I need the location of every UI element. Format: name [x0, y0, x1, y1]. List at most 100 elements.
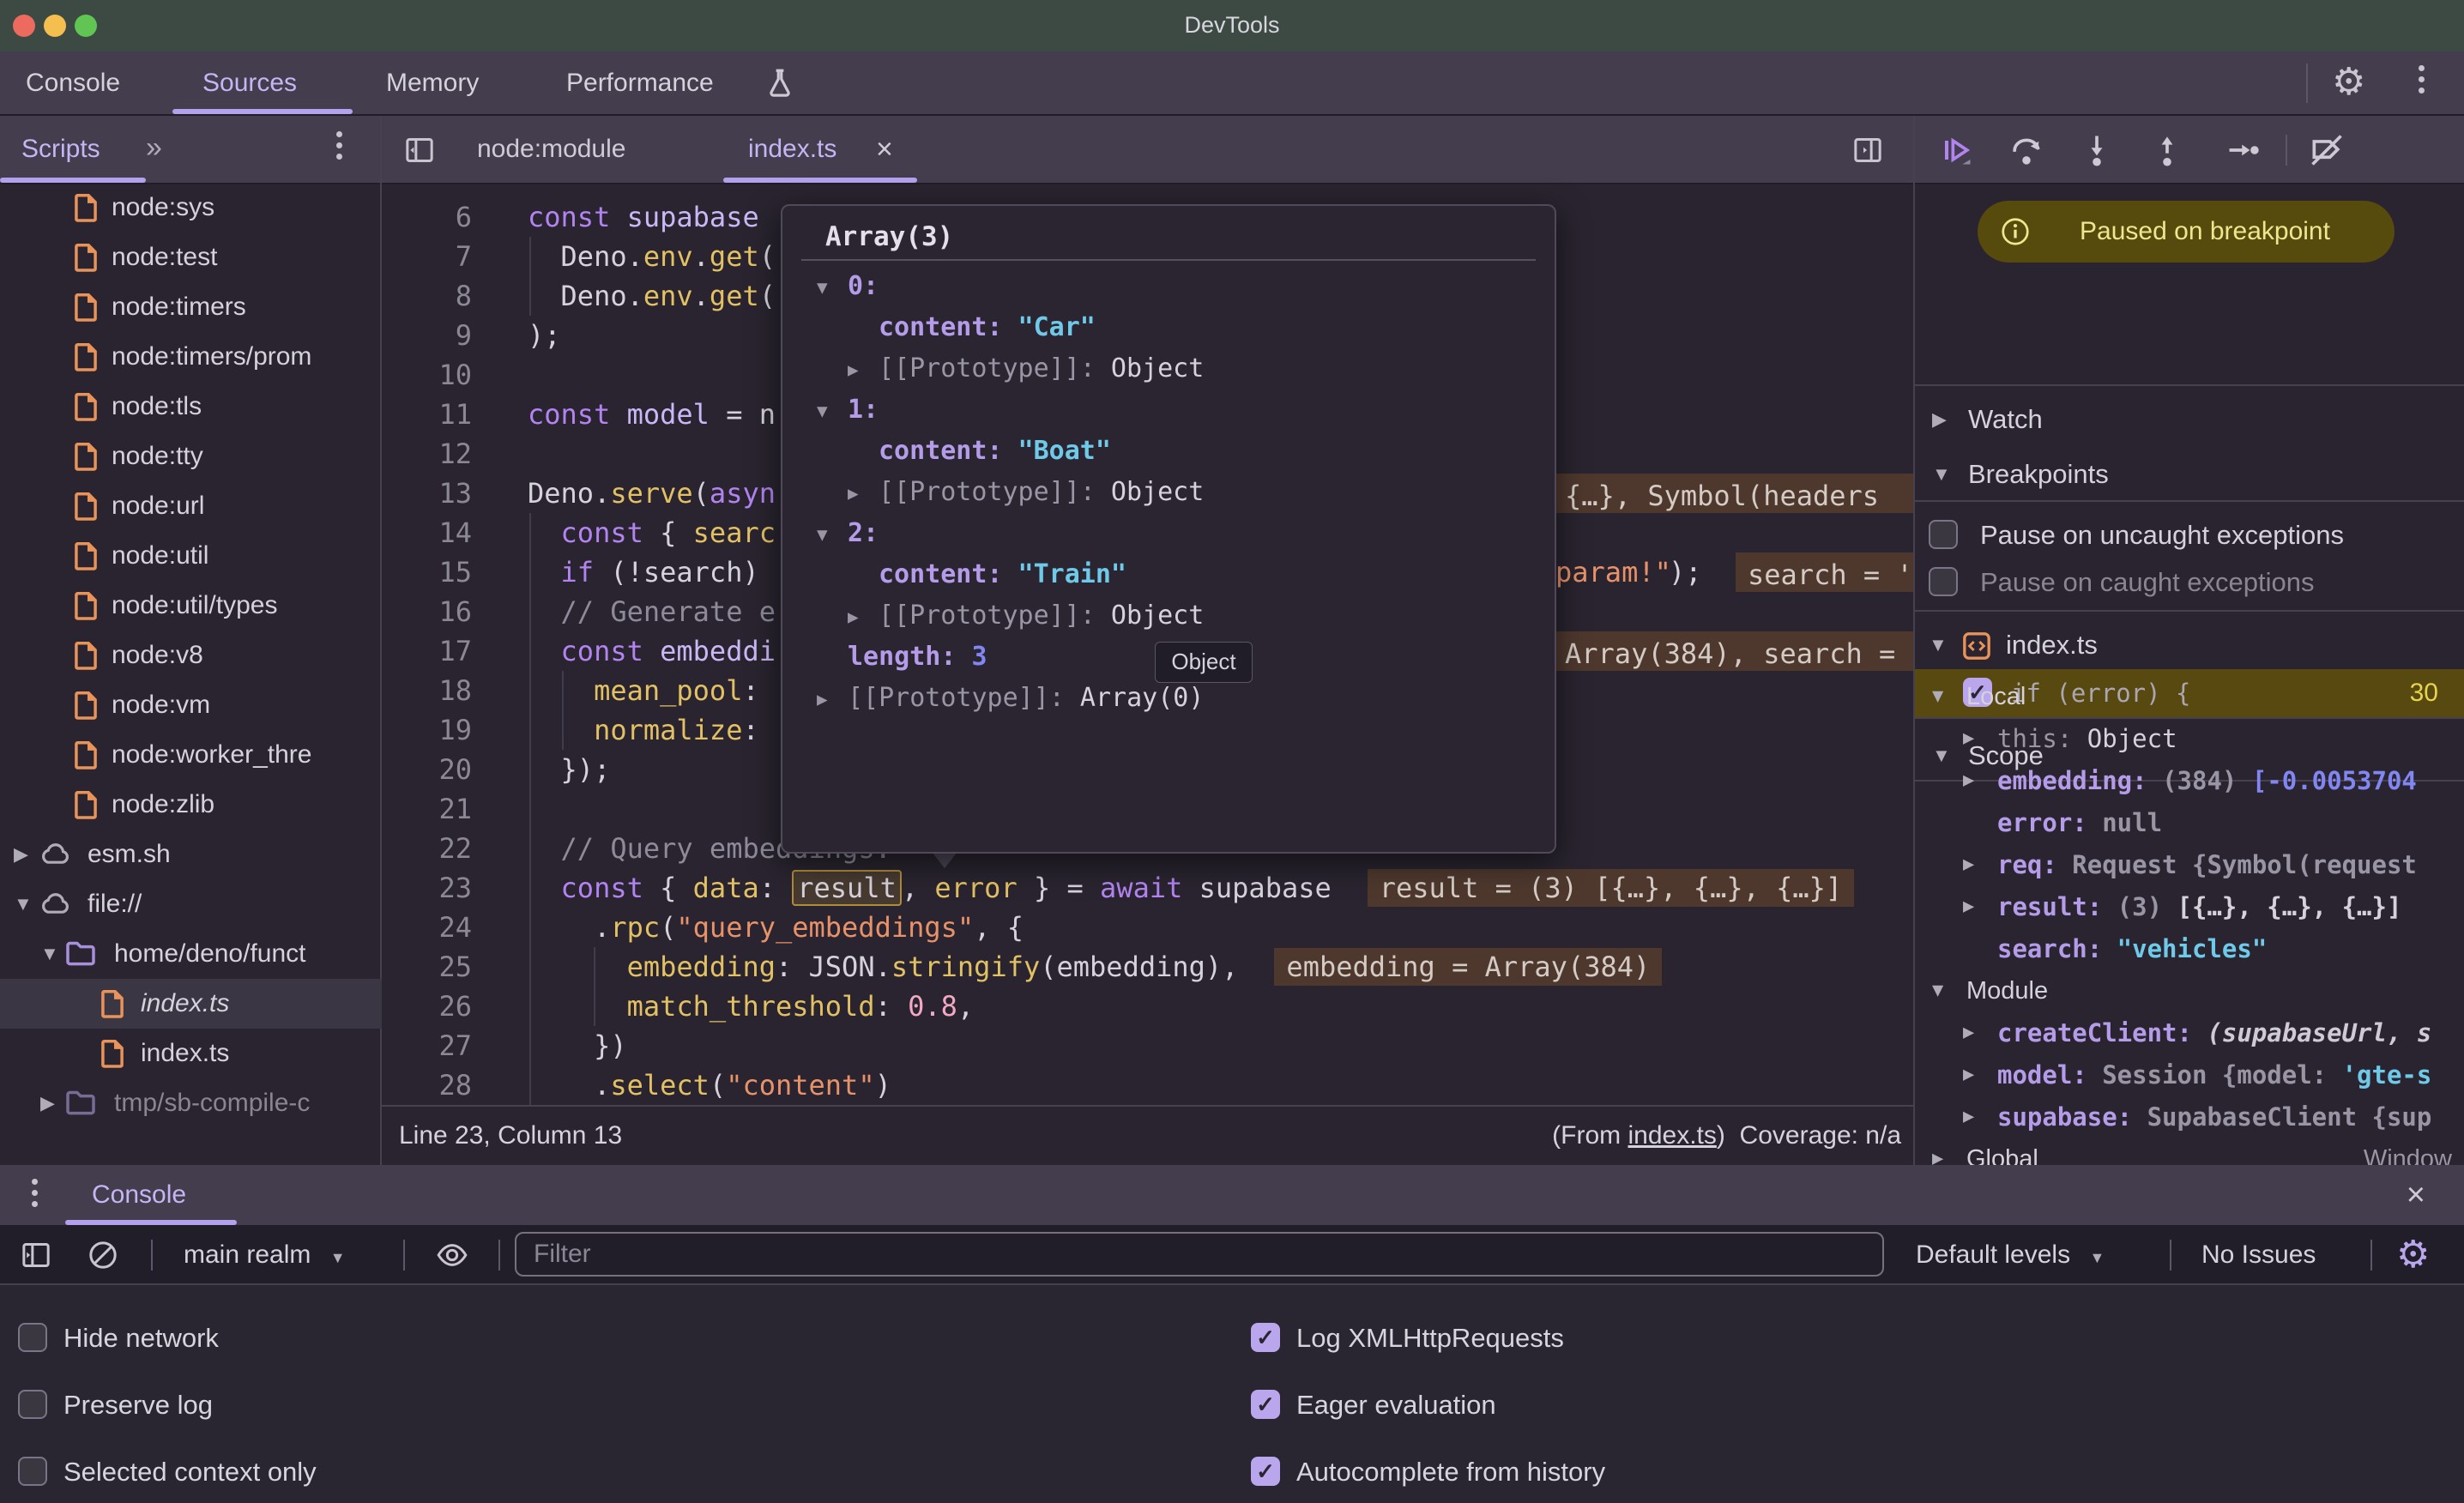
- line-number[interactable]: 26: [382, 987, 472, 1026]
- section-breakpoints[interactable]: ▼ Breakpoints: [1915, 450, 2464, 498]
- tree-item[interactable]: node:timers: [0, 282, 382, 332]
- line-number[interactable]: 11: [382, 395, 472, 434]
- kebab-menu-icon[interactable]: [2413, 60, 2430, 99]
- chevron-right-icon[interactable]: ▶: [1963, 1011, 1974, 1054]
- popup-property-row[interactable]: ▼2:: [782, 513, 1555, 554]
- chevron-right-icon[interactable]: ▶: [848, 596, 859, 637]
- line-number[interactable]: 16: [382, 592, 472, 631]
- chevron-down-icon[interactable]: ▼: [1932, 675, 1943, 718]
- line-number[interactable]: 13: [382, 474, 472, 513]
- step-into-icon[interactable]: [2078, 131, 2116, 169]
- tree-item[interactable]: node:tty: [0, 432, 382, 481]
- chevron-right-icon[interactable]: ▶: [1963, 759, 1974, 802]
- line-number[interactable]: 27: [382, 1026, 472, 1065]
- line-number[interactable]: 22: [382, 829, 472, 868]
- clear-console-icon[interactable]: [86, 1238, 120, 1272]
- chevron-right-icon[interactable]: ▶: [40, 1078, 55, 1128]
- scope-variable-row[interactable]: ▶result: (3) [{…}, {…}, {…}]: [1915, 885, 2464, 928]
- tree-item[interactable]: index.ts: [0, 1029, 382, 1078]
- chevron-right-icon[interactable]: ▶: [1932, 1138, 1943, 1165]
- show-console-sidebar-icon[interactable]: [19, 1238, 53, 1272]
- editor-tab-index-ts[interactable]: index.ts: [748, 116, 836, 183]
- chevron-down-icon[interactable]: ▼: [1929, 621, 1948, 669]
- line-number[interactable]: 20: [382, 750, 472, 789]
- tree-item[interactable]: node:tls: [0, 382, 382, 432]
- line-number[interactable]: 7: [382, 237, 472, 276]
- tab-console-drawer[interactable]: Console: [92, 1165, 186, 1225]
- popup-property-row[interactable]: ▶[[Prototype]]: Array(0): [782, 678, 1555, 719]
- breakpoint-group-index-ts[interactable]: ▼ index.ts: [1915, 621, 2464, 669]
- checkbox-unchecked[interactable]: [1929, 520, 1958, 549]
- line-number[interactable]: 14: [382, 513, 472, 552]
- tree-item[interactable]: ▼file://: [0, 879, 382, 929]
- toggle-pause-caught[interactable]: Pause on caught exceptions: [1915, 558, 2464, 607]
- chevron-right-icon[interactable]: ▶: [1963, 1053, 1974, 1096]
- console-setting-autocomplete-from-history[interactable]: ✓Autocomplete from history: [0, 1448, 2464, 1496]
- tab-console[interactable]: Console: [17, 51, 129, 114]
- chevron-down-icon[interactable]: ▼: [40, 929, 59, 979]
- chevron-right-icon[interactable]: ▶: [1963, 1096, 1974, 1138]
- step-over-icon[interactable]: [2008, 131, 2045, 169]
- kebab-menu-icon[interactable]: [330, 126, 347, 165]
- checkbox-checked[interactable]: ✓: [1251, 1390, 1280, 1419]
- chevron-right-icon[interactable]: ▶: [1963, 885, 1974, 928]
- chevron-right-icon[interactable]: ▶: [14, 830, 28, 879]
- popup-property-row[interactable]: ▶[[Prototype]]: Object: [782, 348, 1555, 389]
- tab-memory[interactable]: Memory: [377, 51, 487, 114]
- popup-property-row[interactable]: ▼0:: [782, 266, 1555, 307]
- tree-item[interactable]: node:worker_thre: [0, 730, 382, 780]
- scope-variable-row[interactable]: ▶embedding: (384) [-0.0053704: [1915, 759, 2464, 802]
- chevron-double-right-icon[interactable]: »: [146, 116, 162, 183]
- issues-counter[interactable]: No Issues: [2201, 1225, 2316, 1285]
- line-number[interactable]: 19: [382, 710, 472, 750]
- popup-property-row[interactable]: ▼1:: [782, 389, 1555, 431]
- chevron-right-icon[interactable]: ▶: [848, 349, 859, 390]
- scope-variable-row[interactable]: ▶supabase: SupabaseClient {sup: [1915, 1096, 2464, 1138]
- tree-item[interactable]: ▶esm.sh: [0, 830, 382, 879]
- section-watch[interactable]: ▶ Watch: [1915, 395, 2464, 444]
- kebab-menu-icon[interactable]: [26, 1174, 43, 1212]
- tab-sources[interactable]: Sources: [194, 51, 305, 114]
- close-drawer-icon[interactable]: ×: [2407, 1165, 2425, 1225]
- scope-section-header[interactable]: ▼Local: [1915, 675, 2464, 718]
- toggle-pause-uncaught[interactable]: Pause on uncaught exceptions: [1915, 511, 2464, 559]
- tree-item[interactable]: node:timers/prom: [0, 332, 382, 382]
- scope-section-header[interactable]: ▶GlobalWindow: [1915, 1138, 2464, 1165]
- line-number[interactable]: 24: [382, 908, 472, 947]
- context-selector[interactable]: main realm ▼: [184, 1225, 346, 1285]
- step-icon[interactable]: [2225, 131, 2263, 169]
- line-number[interactable]: 21: [382, 789, 472, 829]
- resume-script-icon[interactable]: [1937, 131, 1975, 169]
- checkbox-checked[interactable]: ✓: [1251, 1457, 1280, 1486]
- tree-item[interactable]: ▶tmp/sb-compile-c: [0, 1078, 382, 1128]
- toggle-debugger-sidebar-icon[interactable]: [1851, 133, 1885, 167]
- scope-variable-row[interactable]: ▶model: Session {model: 'gte-s: [1915, 1053, 2464, 1096]
- chevron-right-icon[interactable]: ▶: [817, 679, 828, 720]
- chevron-right-icon[interactable]: ▶: [1932, 395, 1947, 444]
- tab-scripts[interactable]: Scripts: [21, 116, 100, 183]
- scope-variable-row[interactable]: ▶req: Request {Symbol(request: [1915, 843, 2464, 886]
- close-tab-icon[interactable]: ×: [876, 116, 893, 183]
- scope-section-header[interactable]: ▼Module: [1915, 969, 2464, 1012]
- chevron-right-icon[interactable]: ▶: [1963, 843, 1974, 886]
- gear-icon[interactable]: ⚙: [2332, 52, 2365, 112]
- line-number[interactable]: 6: [382, 197, 472, 237]
- tree-item[interactable]: node:zlib: [0, 780, 382, 830]
- chevron-down-icon[interactable]: ▼: [1932, 450, 1951, 498]
- line-number[interactable]: 15: [382, 552, 472, 592]
- line-number[interactable]: 17: [382, 631, 472, 671]
- chevron-right-icon[interactable]: ▶: [848, 473, 859, 514]
- chevron-down-icon[interactable]: ▼: [817, 267, 828, 308]
- collapse-panel-left-icon[interactable]: [402, 133, 437, 167]
- popup-property-row[interactable]: ▶[[Prototype]]: Object: [782, 472, 1555, 513]
- chevron-down-icon[interactable]: ▼: [1932, 969, 1943, 1012]
- deactivate-breakpoints-icon[interactable]: [2308, 131, 2346, 169]
- tree-item[interactable]: node:vm: [0, 680, 382, 730]
- filter-input[interactable]: [515, 1232, 1884, 1277]
- chevron-down-icon[interactable]: ▼: [817, 390, 828, 432]
- console-setting-eager-evaluation[interactable]: ✓Eager evaluation: [0, 1381, 2464, 1429]
- line-number[interactable]: 10: [382, 355, 472, 395]
- checkbox-checked[interactable]: ✓: [1251, 1323, 1280, 1352]
- line-number[interactable]: 9: [382, 316, 472, 355]
- source-file-link[interactable]: index.ts: [1628, 1121, 1716, 1150]
